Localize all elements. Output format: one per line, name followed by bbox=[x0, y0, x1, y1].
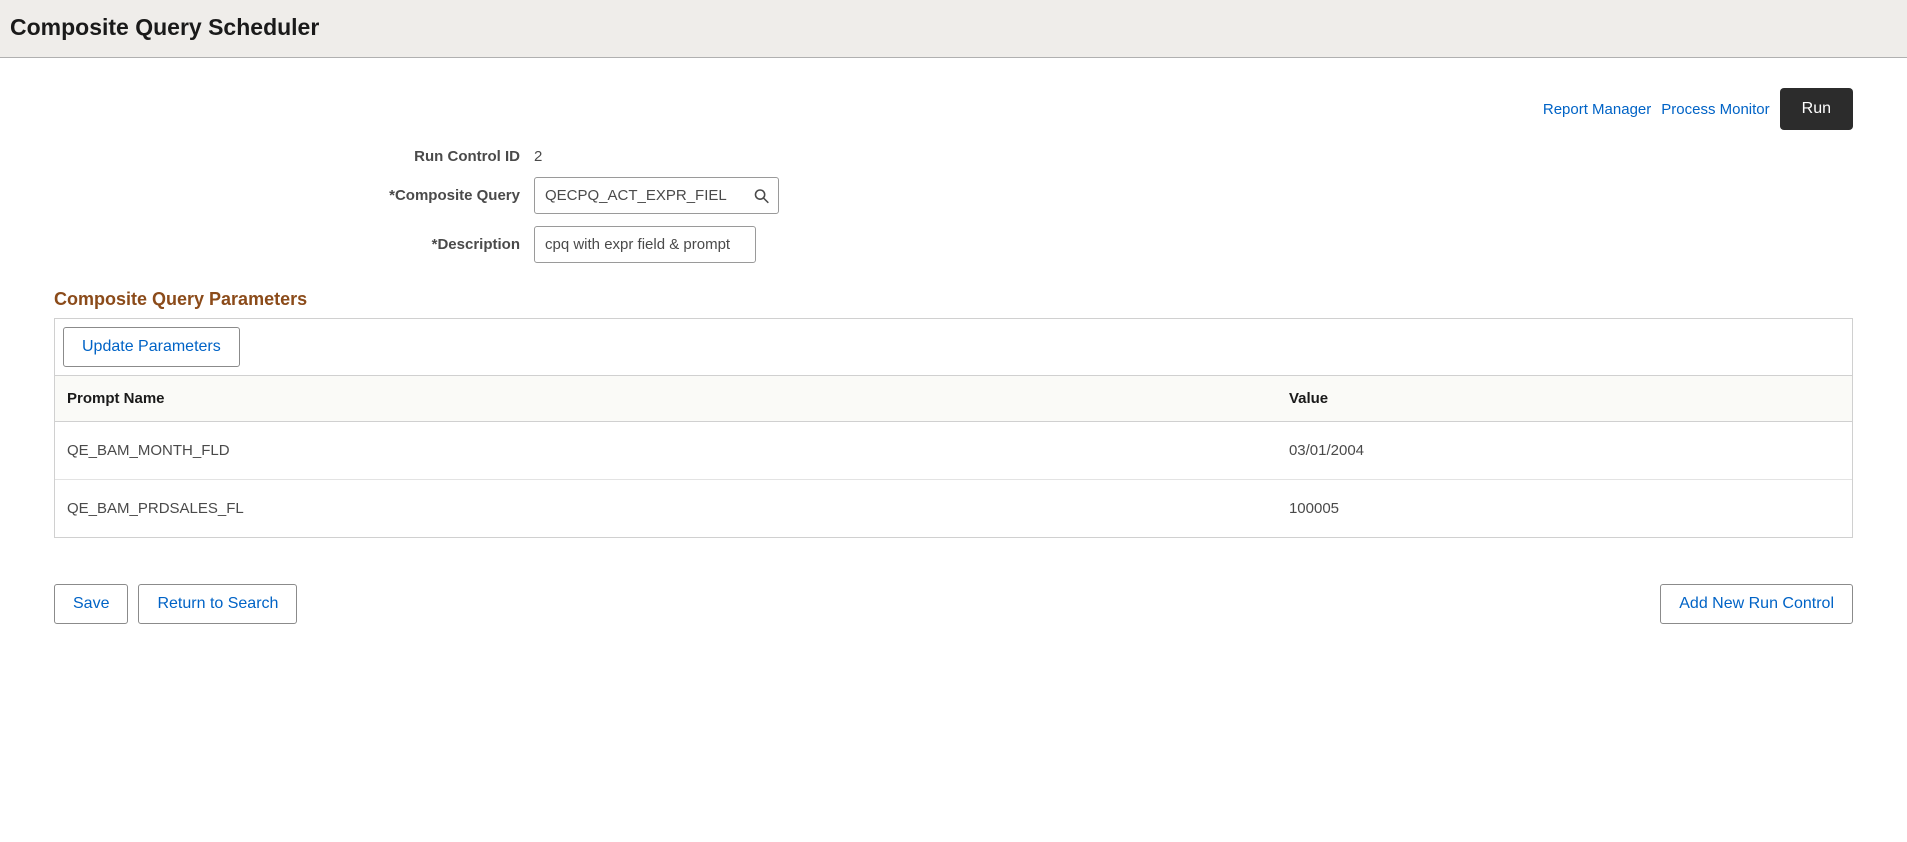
parameters-box: Update Parameters Prompt Name Value QE_B… bbox=[54, 318, 1853, 538]
composite-query-input[interactable] bbox=[534, 177, 779, 214]
run-control-id-value: 2 bbox=[534, 148, 542, 165]
composite-query-label: *Composite Query bbox=[54, 187, 534, 204]
parameters-section-title: Composite Query Parameters bbox=[54, 289, 1853, 310]
lookup-icon[interactable] bbox=[753, 187, 770, 204]
composite-query-row: *Composite Query bbox=[54, 177, 1853, 214]
update-parameters-button[interactable]: Update Parameters bbox=[63, 327, 240, 367]
report-manager-link[interactable]: Report Manager bbox=[1543, 101, 1651, 118]
return-to-search-button[interactable]: Return to Search bbox=[138, 584, 297, 624]
content-area: Report Manager Process Monitor Run Run C… bbox=[0, 58, 1907, 664]
description-label: *Description bbox=[54, 236, 534, 253]
description-input[interactable] bbox=[534, 226, 756, 263]
table-row: QE_BAM_MONTH_FLD03/01/2004 bbox=[55, 422, 1852, 480]
prompt-name-cell: QE_BAM_PRDSALES_FL bbox=[55, 480, 1277, 538]
page-header: Composite Query Scheduler bbox=[0, 0, 1907, 58]
parameters-toolbar: Update Parameters bbox=[55, 319, 1852, 375]
page-title: Composite Query Scheduler bbox=[10, 14, 1897, 41]
column-header-value: Value bbox=[1277, 376, 1852, 422]
form-rows: Run Control ID 2 *Composite Query bbox=[54, 148, 1853, 263]
process-monitor-link[interactable]: Process Monitor bbox=[1661, 101, 1769, 118]
parameters-table: Prompt Name Value QE_BAM_MONTH_FLD03/01/… bbox=[55, 375, 1852, 537]
footer-actions: Save Return to Search Add New Run Contro… bbox=[54, 584, 1853, 624]
value-cell: 100005 bbox=[1277, 480, 1852, 538]
table-row: QE_BAM_PRDSALES_FL100005 bbox=[55, 480, 1852, 538]
run-control-id-label: Run Control ID bbox=[54, 148, 534, 165]
run-button[interactable]: Run bbox=[1780, 88, 1853, 130]
column-header-prompt-name: Prompt Name bbox=[55, 376, 1277, 422]
prompt-name-cell: QE_BAM_MONTH_FLD bbox=[55, 422, 1277, 480]
save-button[interactable]: Save bbox=[54, 584, 128, 624]
description-row: *Description bbox=[54, 226, 1853, 263]
value-cell: 03/01/2004 bbox=[1277, 422, 1852, 480]
run-control-id-row: Run Control ID 2 bbox=[54, 148, 1853, 165]
add-new-run-control-button[interactable]: Add New Run Control bbox=[1660, 584, 1853, 624]
top-actions: Report Manager Process Monitor Run bbox=[54, 88, 1853, 130]
